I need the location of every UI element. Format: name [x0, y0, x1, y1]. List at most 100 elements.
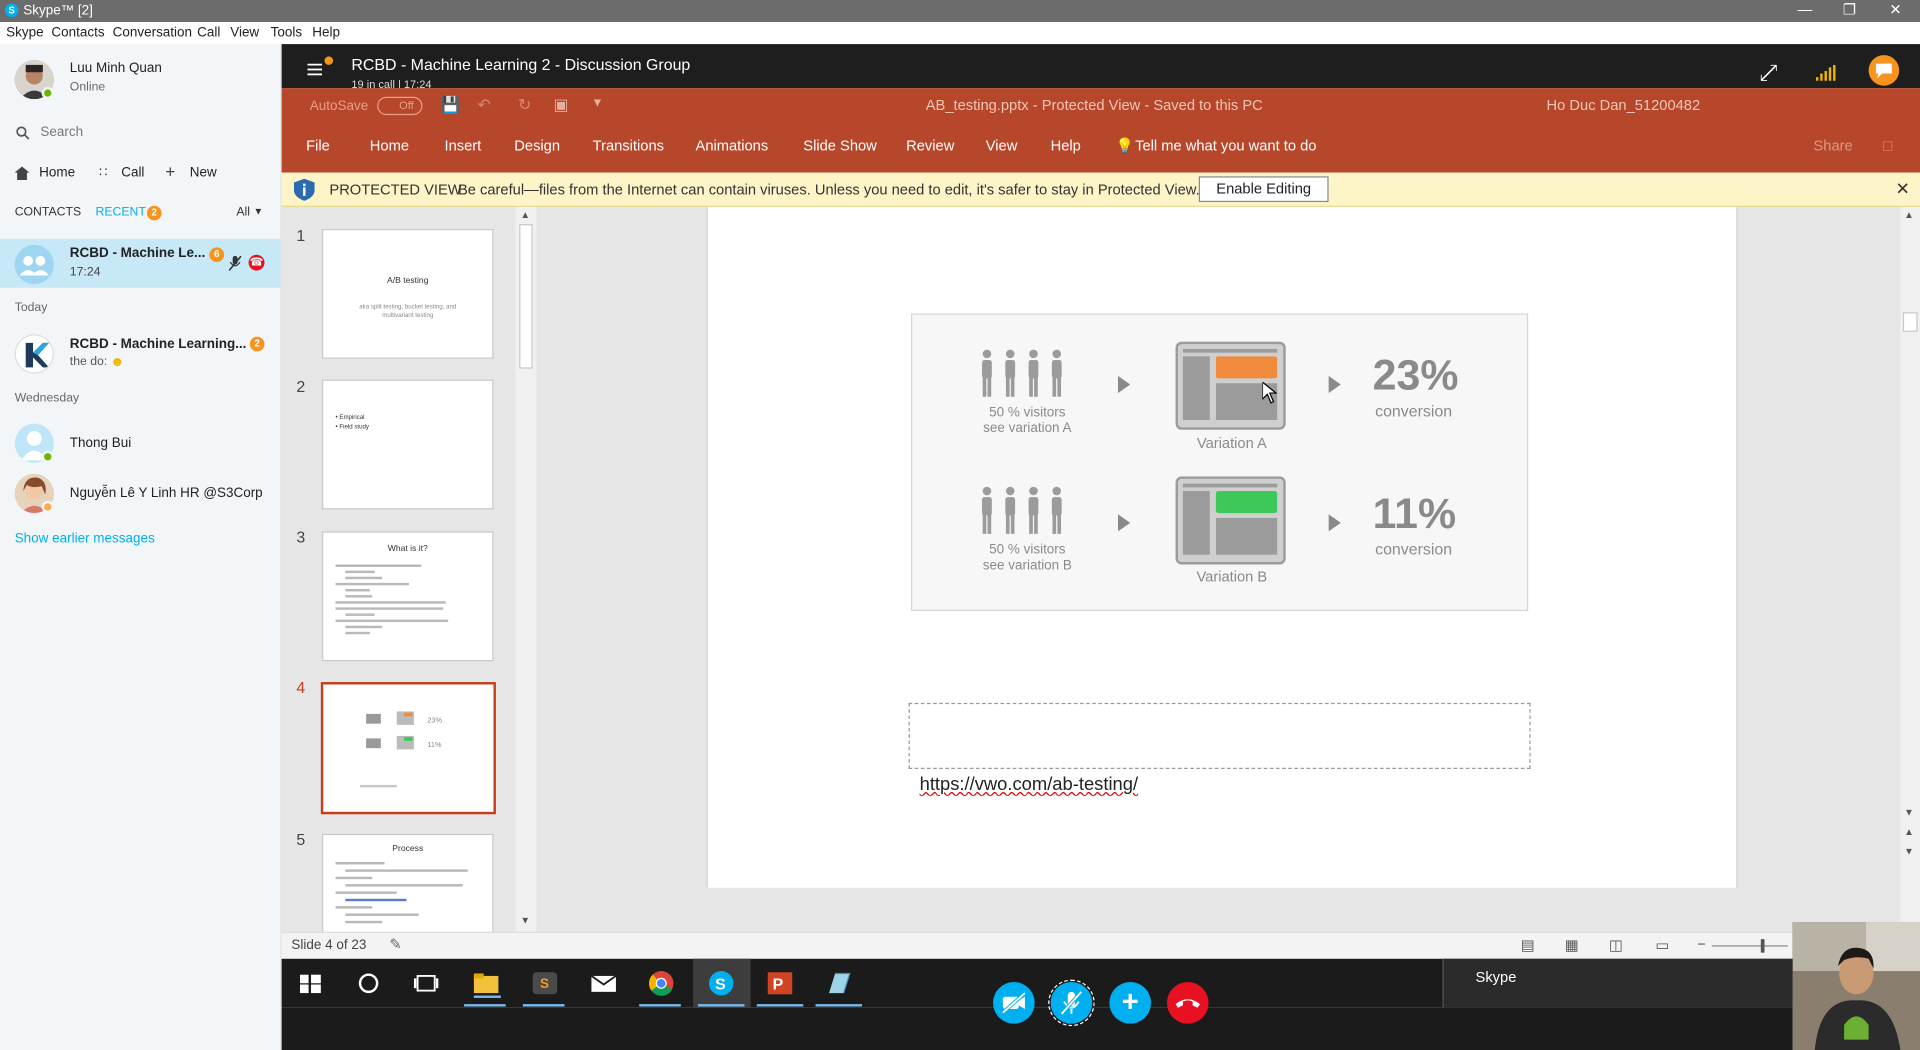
ribbon-tab-view[interactable]: View — [986, 137, 1018, 154]
empty-text-placeholder[interactable] — [908, 702, 1531, 769]
ribbon-tab-transitions[interactable]: Transitions — [593, 137, 664, 154]
zoom-out-icon[interactable]: − — [1697, 936, 1706, 953]
zoom-slider-thumb[interactable] — [1760, 939, 1765, 953]
previous-slide-icon[interactable]: ▲ — [1904, 827, 1914, 838]
self-video-preview[interactable] — [1792, 922, 1920, 1050]
enable-editing-button[interactable]: Enable Editing — [1198, 176, 1329, 203]
ribbon-tab-animations[interactable]: Animations — [696, 137, 769, 154]
comments-icon[interactable]: □ — [1883, 137, 1892, 154]
ribbon-tab-slideshow[interactable]: Slide Show — [803, 137, 877, 154]
ribbon-tab-home[interactable]: Home — [370, 137, 409, 154]
slide-canvas[interactable]: 50 % visitors see variation A Variation … — [706, 206, 1738, 888]
slide-thumbnail[interactable]: What is it? — [322, 531, 494, 662]
ribbon-tab-help[interactable]: Help — [1051, 137, 1081, 154]
thumbnails-scrollbar[interactable]: ▲ ▼ — [515, 206, 537, 932]
slide-thumbnail[interactable]: Process — [322, 833, 494, 932]
ribbon-tab-file[interactable]: File — [306, 137, 330, 154]
signal-strength-icon[interactable] — [1815, 64, 1836, 81]
close-icon[interactable]: ✕ — [1889, 1, 1901, 18]
reading-view-icon[interactable]: ◫ — [1609, 937, 1623, 954]
slide-scrollbar[interactable]: ▲ ▼ ▲ ▼ — [1900, 206, 1920, 932]
conversation-name[interactable]: Thong Bui — [70, 436, 131, 451]
app-taskbar-icon[interactable] — [825, 969, 854, 998]
customize-qat-icon[interactable]: ▼ — [591, 97, 603, 110]
menu-tools[interactable]: Tools — [271, 26, 302, 41]
profile-name[interactable]: Luu Minh Quan — [70, 61, 162, 76]
menu-conversation[interactable]: Conversation — [113, 26, 192, 41]
tab-recent[interactable]: RECENT — [96, 206, 146, 219]
normal-view-icon[interactable]: ▤ — [1521, 937, 1535, 954]
home-button[interactable]: Home — [39, 165, 75, 180]
ribbon-tab-review[interactable]: Review — [906, 137, 954, 154]
file-explorer-icon[interactable] — [473, 969, 502, 998]
slide-number: 4 — [296, 678, 306, 697]
slide-thumbnail[interactable]: • Empirical • Field study — [322, 379, 494, 510]
search-input[interactable]: Search — [40, 125, 83, 140]
video-off-button[interactable] — [993, 982, 1035, 1024]
conversation-name[interactable]: Nguyễn Lê Y Linh HR @S3Corp — [70, 486, 263, 501]
tell-me-input[interactable]: Tell me what you want to do — [1135, 137, 1316, 154]
menu-view[interactable]: View — [230, 26, 259, 41]
call-button[interactable]: Call — [121, 165, 144, 180]
scroll-down-icon[interactable]: ▼ — [1904, 807, 1914, 818]
mute-button[interactable] — [1048, 979, 1095, 1027]
user-name[interactable]: Ho Duc Dan_51200482 — [1547, 97, 1701, 114]
arrow-right-icon — [1117, 375, 1131, 394]
slide-number: 1 — [296, 226, 306, 245]
end-call-button[interactable] — [1166, 982, 1209, 1024]
zoom-slider[interactable] — [1711, 945, 1788, 947]
share-button[interactable]: Share — [1813, 137, 1852, 154]
ribbon-tab-insert[interactable]: Insert — [444, 137, 481, 154]
menu-skype[interactable]: Skype — [6, 26, 43, 41]
save-icon[interactable]: 💾 — [441, 96, 461, 116]
sublime-icon[interactable]: S — [531, 969, 560, 998]
skype-taskbar-icon[interactable]: S — [708, 969, 737, 998]
filter-select[interactable]: All — [236, 206, 250, 219]
notes-icon[interactable]: ✎ — [389, 936, 401, 953]
autosave-toggle[interactable]: Off — [377, 96, 423, 116]
tab-contacts[interactable]: CONTACTS — [15, 206, 81, 219]
menu-call[interactable]: Call — [197, 26, 220, 41]
conversion-a-percent: 23% — [1372, 351, 1459, 400]
mic-muted-icon[interactable] — [228, 255, 242, 271]
scroll-up-icon[interactable]: ▲ — [520, 209, 530, 220]
scroll-up-icon[interactable]: ▲ — [1904, 209, 1914, 220]
menu-help[interactable]: Help — [312, 26, 340, 41]
chat-bubble-icon[interactable] — [1868, 55, 1900, 86]
conversation-avatar[interactable] — [14, 334, 54, 374]
restore-icon[interactable]: ❐ — [1843, 1, 1856, 18]
sorter-view-icon[interactable]: ▦ — [1565, 937, 1579, 954]
scroll-thumb[interactable] — [519, 224, 533, 369]
windows-start-icon[interactable] — [300, 969, 329, 998]
present-icon[interactable]: ▣ — [553, 96, 568, 116]
variation-caption: see variation A — [983, 421, 1072, 436]
redo-icon[interactable]: ↻ — [518, 96, 531, 116]
slide-thumbnail[interactable]: A/B testing aka split testing, bucket te… — [322, 228, 494, 359]
slideshow-view-icon[interactable]: ▭ — [1656, 937, 1670, 954]
show-earlier-link[interactable]: Show earlier messages — [15, 531, 155, 546]
minimize-icon[interactable]: — — [1798, 1, 1813, 18]
cortana-icon[interactable] — [356, 969, 385, 998]
menu-contacts[interactable]: Contacts — [51, 26, 104, 41]
scroll-thumb[interactable] — [1902, 312, 1918, 332]
new-button[interactable]: New — [190, 165, 217, 180]
source-link[interactable]: https://vwo.com/ab-testing/ — [920, 774, 1138, 795]
mail-icon[interactable] — [590, 969, 619, 998]
conversation-name[interactable]: RCBD - Machine Learning... — [70, 337, 247, 352]
undo-icon[interactable]: ↶ — [478, 96, 491, 116]
powerpoint-taskbar-icon[interactable]: P — [767, 969, 796, 998]
chrome-icon[interactable] — [648, 969, 677, 998]
task-view-icon[interactable] — [413, 969, 443, 998]
home-icon — [14, 166, 30, 181]
ribbon-tab-design[interactable]: Design — [514, 137, 560, 154]
slide-thumbnail-selected[interactable]: 23% 11% — [320, 682, 496, 815]
list-icon[interactable] — [307, 63, 323, 76]
next-slide-icon[interactable]: ▼ — [1904, 846, 1914, 857]
fullscreen-icon[interactable] — [1760, 64, 1777, 81]
close-icon[interactable]: ✕ — [1896, 179, 1910, 200]
scroll-down-icon[interactable]: ▼ — [520, 915, 530, 926]
hang-up-icon[interactable]: ☎ — [248, 254, 265, 271]
add-participant-button[interactable]: + — [1109, 982, 1152, 1024]
thumb-diagram: 23% 11% — [366, 711, 443, 750]
profile-status[interactable]: Online — [70, 81, 105, 94]
